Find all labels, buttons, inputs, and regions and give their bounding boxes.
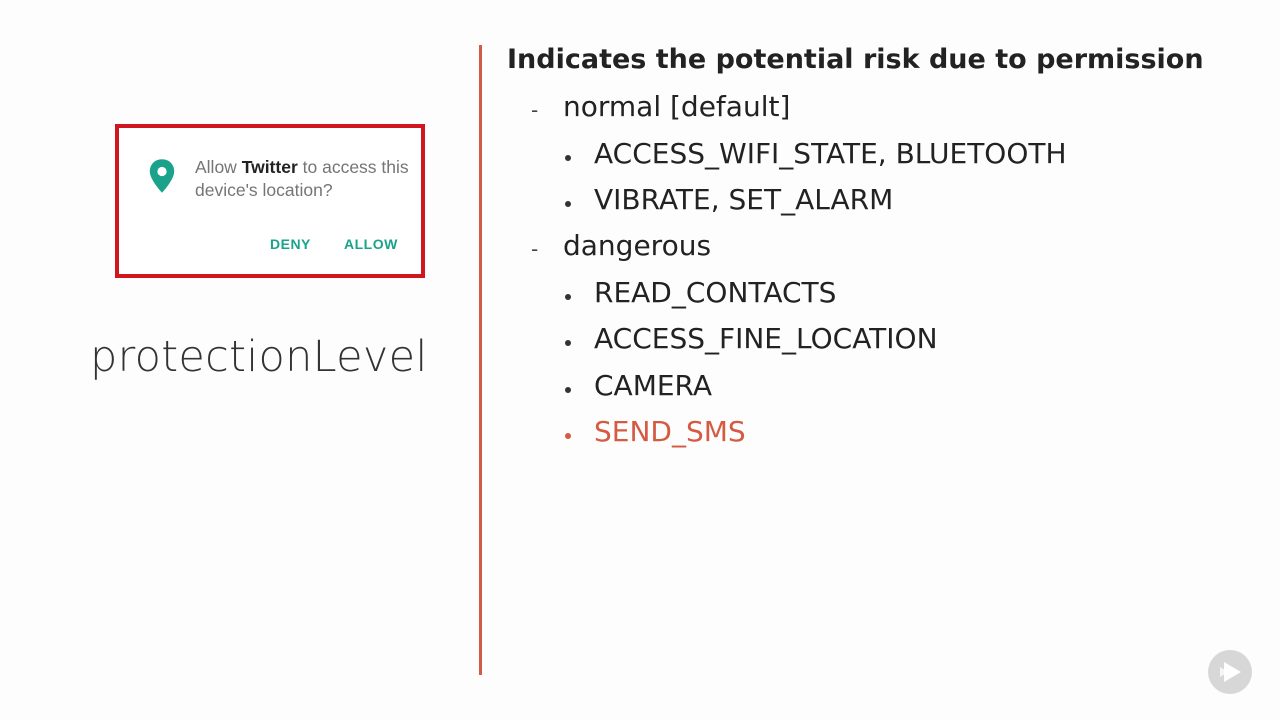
heading: Indicates the potential risk due to perm… [507, 44, 1204, 75]
slide-title: protectionLevel [90, 332, 428, 382]
deny-button[interactable]: DENY [270, 236, 311, 252]
level-normal: normal [default] [563, 90, 791, 123]
bullet-dot [565, 340, 571, 346]
level-dangerous: dangerous [563, 229, 712, 262]
permission-item: ACCESS_WIFI_STATE, BLUETOOTH [594, 137, 1067, 170]
permission-item: VIBRATE, SET_ALARM [594, 183, 894, 216]
dash-bullet: - [531, 237, 539, 261]
allow-button[interactable]: ALLOW [344, 236, 398, 252]
play-logo-icon [1208, 650, 1252, 694]
bullet-dot-highlight [565, 433, 571, 439]
play-triangle-icon [1220, 662, 1241, 682]
permission-dialog: Allow Twitter to access this device's lo… [115, 124, 425, 278]
dialog-app-name: Twitter [241, 157, 298, 177]
bullet-dot [565, 387, 571, 393]
bullet-dot [565, 201, 571, 207]
bullet-dot [565, 294, 571, 300]
permission-item: READ_CONTACTS [594, 276, 837, 309]
dialog-message: Allow Twitter to access this device's lo… [195, 156, 410, 202]
vertical-divider [479, 45, 482, 675]
permission-item-highlight: SEND_SMS [594, 415, 746, 448]
permission-item: CAMERA [594, 369, 713, 402]
dialog-text-pre: Allow [195, 157, 242, 177]
permission-item: ACCESS_FINE_LOCATION [594, 322, 938, 355]
location-pin-icon [149, 159, 175, 193]
bullet-dot [565, 155, 571, 161]
dash-bullet: - [531, 98, 539, 122]
